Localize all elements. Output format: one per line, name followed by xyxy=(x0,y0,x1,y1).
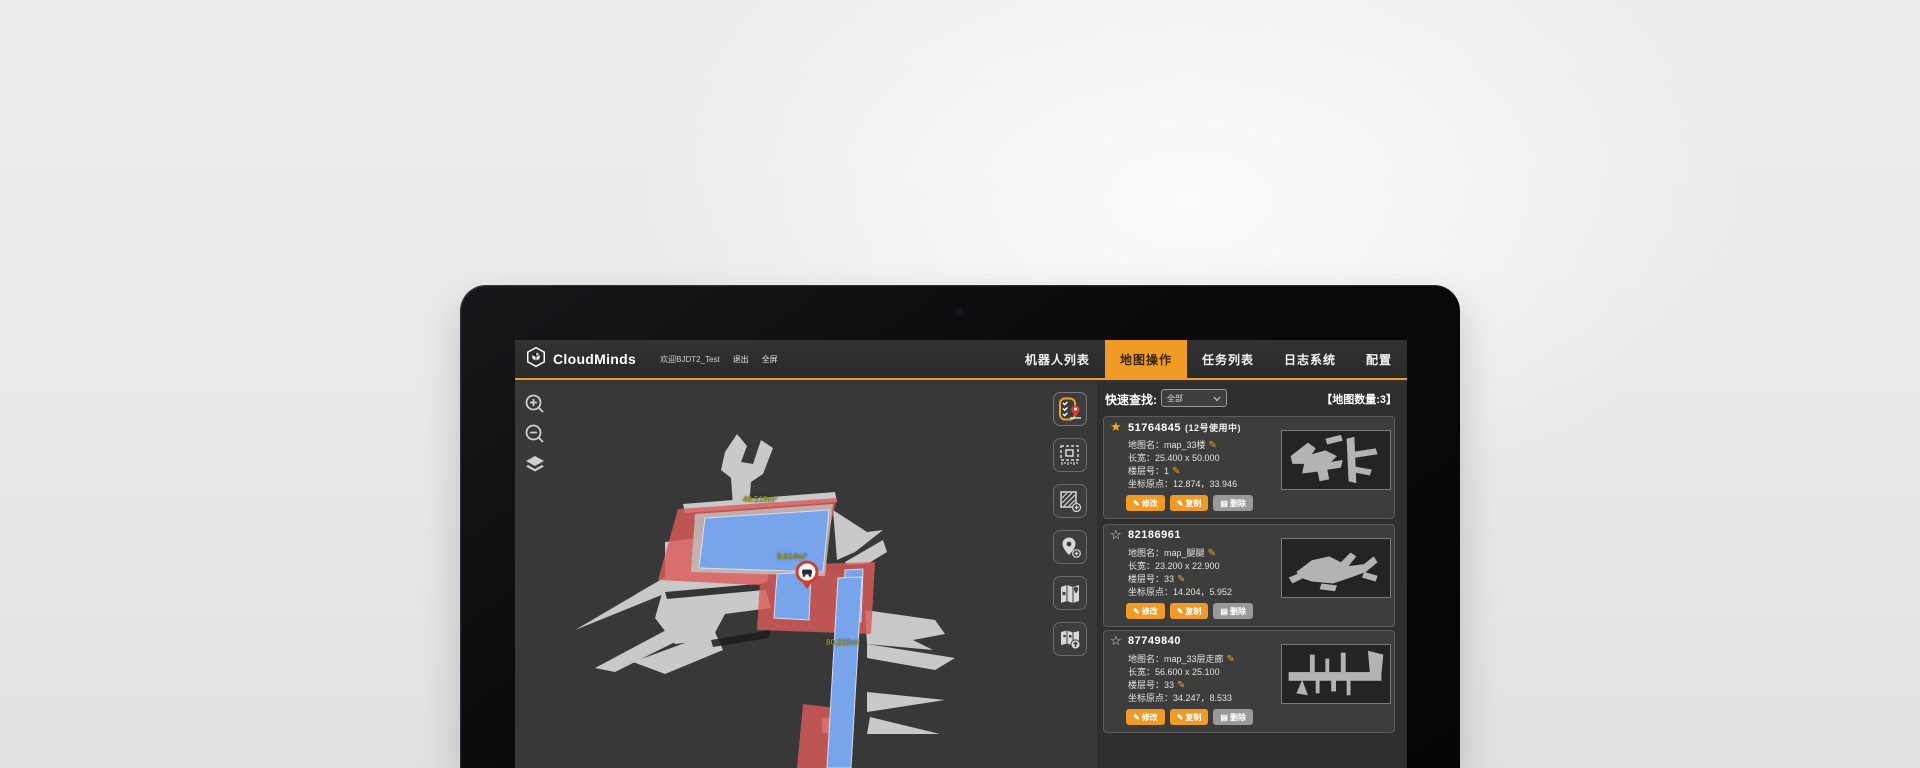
logout-link[interactable]: 退出 xyxy=(733,354,749,365)
tab-log-system[interactable]: 日志系统 xyxy=(1269,340,1351,379)
pencil-icon: ✎ xyxy=(1177,713,1184,722)
map-card[interactable]: ☆ 87749840 地图名：map_33层走廊✎ 长宽：56.600 x 25… xyxy=(1103,630,1395,733)
card-actions: ✎修改 ✎复制 ▤删除 xyxy=(1126,495,1253,511)
edit-pencil-icon[interactable]: ✎ xyxy=(1172,466,1180,477)
welcome-group: 欢迎BJDT2_Test 退出 全屏 xyxy=(660,354,778,365)
map-thumbnail[interactable] xyxy=(1281,644,1391,704)
edit-pencil-icon[interactable]: ✎ xyxy=(1227,654,1235,665)
size-field: 长宽：25.400 x 50.000 xyxy=(1128,451,1220,464)
map-id: 87749840 xyxy=(1128,635,1181,647)
edit-pencil-icon[interactable]: ✎ xyxy=(1209,440,1217,451)
copy-button[interactable]: ✎复制 xyxy=(1170,603,1209,619)
modify-button[interactable]: ✎修改 xyxy=(1126,603,1165,619)
floor-field: 楼层号：33✎ xyxy=(1128,678,1185,691)
origin-field: 坐标原点：14.204，5.952 xyxy=(1128,585,1232,598)
map-toolbar xyxy=(1053,392,1087,656)
map-marker-icon[interactable] xyxy=(1053,576,1087,610)
map-card[interactable]: ★ 51764845(12号使用中) 地图名：map_33楼✎ 长宽：25.40… xyxy=(1103,416,1395,519)
poi-checklist-icon[interactable] xyxy=(1053,392,1087,426)
webcam-dot xyxy=(956,309,962,315)
map-thumbnail[interactable] xyxy=(1281,430,1391,490)
cloudminds-logo-icon xyxy=(525,346,547,373)
delete-icon: ▤ xyxy=(1220,713,1228,722)
filter-selected-value: 全部 xyxy=(1167,393,1183,404)
map-id: 82186961 xyxy=(1128,529,1181,541)
delete-button[interactable]: ▤删除 xyxy=(1213,709,1253,725)
area-label: 40.519m² xyxy=(743,495,777,504)
delete-button[interactable]: ▤删除 xyxy=(1213,603,1253,619)
map-upload-icon[interactable] xyxy=(1053,622,1087,656)
delete-icon: ▤ xyxy=(1220,499,1228,508)
delete-button[interactable]: ▤删除 xyxy=(1213,495,1253,511)
copy-button[interactable]: ✎复制 xyxy=(1170,709,1209,725)
quick-find-row: 快速查找: 全部 【地图数量:3】 xyxy=(1097,382,1407,412)
in-use-badge: (12号使用中) xyxy=(1185,423,1241,433)
welcome-text: 欢迎BJDT2_Test xyxy=(660,354,720,365)
pencil-icon: ✎ xyxy=(1177,499,1184,508)
app-screen: CloudMinds 欢迎BJDT2_Test 退出 全屏 机器人列表 地图操作… xyxy=(515,340,1407,768)
star-icon[interactable]: ☆ xyxy=(1110,527,1122,543)
tab-settings[interactable]: 配置 xyxy=(1351,340,1407,379)
tab-robot-list[interactable]: 机器人列表 xyxy=(1010,340,1105,379)
map-card[interactable]: ☆ 82186961 地图名：map_腿腿✎ 长宽：23.200 x 22.90… xyxy=(1103,524,1395,627)
map-count-label: 【地图数量:3】 xyxy=(1321,391,1397,407)
modify-button[interactable]: ✎修改 xyxy=(1126,495,1165,511)
floor-field: 楼层号：33✎ xyxy=(1128,572,1185,585)
delete-icon: ▤ xyxy=(1220,607,1228,616)
floor-field: 楼层号：1✎ xyxy=(1128,464,1180,477)
draw-region-add-icon[interactable] xyxy=(1053,484,1087,518)
edit-pencil-icon[interactable]: ✎ xyxy=(1208,548,1216,559)
pencil-icon: ✎ xyxy=(1177,607,1184,616)
size-field: 长宽：23.200 x 22.900 xyxy=(1128,559,1220,572)
origin-field: 坐标原点：12.874，33.946 xyxy=(1128,477,1237,490)
zoom-out-icon[interactable] xyxy=(523,422,547,446)
add-poi-icon[interactable] xyxy=(1053,530,1087,564)
map-thumbnail[interactable] xyxy=(1281,538,1391,598)
layers-icon[interactable] xyxy=(523,452,547,476)
brand-name: CloudMinds xyxy=(553,351,636,367)
modify-button[interactable]: ✎修改 xyxy=(1126,709,1165,725)
map-name-field: 地图名：map_腿腿✎ xyxy=(1128,546,1216,559)
map-id: 51764845(12号使用中) xyxy=(1128,421,1241,434)
pencil-icon: ✎ xyxy=(1133,607,1140,616)
card-actions: ✎修改 ✎复制 ▤删除 xyxy=(1126,603,1253,619)
map-canvas[interactable]: 40.519m² 8.614m² 80.215m² xyxy=(515,382,1095,768)
map-name-field: 地图名：map_33层走廊✎ xyxy=(1128,652,1235,665)
app-header: CloudMinds 欢迎BJDT2_Test 退出 全屏 机器人列表 地图操作… xyxy=(515,340,1407,380)
robot-position-marker[interactable] xyxy=(794,560,820,590)
copy-button[interactable]: ✎复制 xyxy=(1170,495,1209,511)
pencil-icon: ✎ xyxy=(1133,499,1140,508)
star-icon[interactable]: ☆ xyxy=(1110,633,1122,649)
tab-task-list[interactable]: 任务列表 xyxy=(1187,340,1269,379)
fullscreen-link[interactable]: 全屏 xyxy=(762,354,778,365)
main-area: 40.519m² 8.614m² 80.215m² xyxy=(515,382,1407,768)
map-controls xyxy=(523,392,547,476)
star-icon[interactable]: ★ xyxy=(1110,419,1122,435)
nav-tabs: 机器人列表 地图操作 任务列表 日志系统 配置 xyxy=(1010,340,1407,379)
edit-pencil-icon[interactable]: ✎ xyxy=(1177,680,1185,691)
tab-map-operations[interactable]: 地图操作 xyxy=(1105,340,1187,379)
origin-field: 坐标原点：34.247，8.533 xyxy=(1128,691,1232,704)
pencil-icon: ✎ xyxy=(1133,713,1140,722)
edit-pencil-icon[interactable]: ✎ xyxy=(1177,574,1185,585)
size-field: 长宽：56.600 x 25.100 xyxy=(1128,665,1220,678)
filter-select[interactable]: 全部 xyxy=(1161,389,1227,407)
area-label: 80.215m² xyxy=(826,638,860,647)
card-actions: ✎修改 ✎复制 ▤删除 xyxy=(1126,709,1253,725)
quick-find-label: 快速查找: xyxy=(1105,391,1157,408)
map-name-field: 地图名：map_33楼✎ xyxy=(1128,438,1217,451)
brand: CloudMinds xyxy=(525,346,636,373)
chevron-down-icon xyxy=(1213,389,1221,407)
map-list-panel: 快速查找: 全部 【地图数量:3】 ★ 51764845(12号使用中) 地图名… xyxy=(1097,382,1407,768)
zoom-in-icon[interactable] xyxy=(523,392,547,416)
measure-region-icon[interactable] xyxy=(1053,438,1087,472)
